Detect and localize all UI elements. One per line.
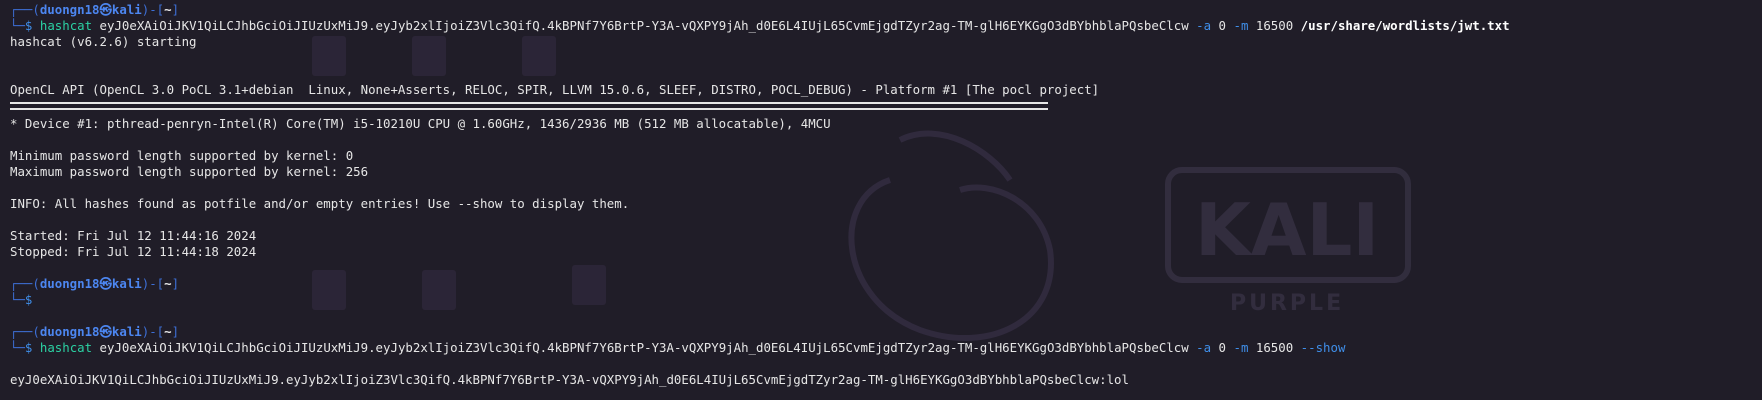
prompt-header: ┌──(duongn18㉿kali)-[~] [10,324,180,339]
output-line: OpenCL API (OpenCL 3.0 PoCL 3.1+debian L… [10,82,1100,97]
terminal-window[interactable]: ┌──(duongn18㉿kali)-[~] └─$ hashcat eyJ0e… [10,2,1762,388]
output-line: Started: Fri Jul 12 11:44:16 2024 [10,228,257,243]
output-line: Maximum password length supported by ker… [10,164,369,179]
output-line: Stopped: Fri Jul 12 11:44:18 2024 [10,244,257,259]
command-line[interactable]: └─$ hashcat eyJ0eXAiOiJKV1QiLCJhbGciOiJI… [10,18,1762,34]
command-line[interactable]: └─$ hashcat eyJ0eXAiOiJKV1QiLCJhbGciOiJI… [10,340,1762,356]
output-line: * Device #1: pthread-penryn-Intel(R) Cor… [10,116,831,131]
output-line: hashcat (v6.2.6) starting [10,34,197,49]
command-line[interactable]: └─$ [10,292,1762,308]
separator [10,102,1048,110]
output-line: INFO: All hashes found as potfile and/or… [10,196,630,211]
prompt-header: ┌──(duongn18㉿kali)-[~] [10,276,180,291]
output-line: Minimum password length supported by ker… [10,148,354,163]
prompt-header: ┌──(duongn18㉿kali)-[~] [10,2,180,17]
cracked-result-line: eyJ0eXAiOiJKV1QiLCJhbGciOiJIUzUxMiJ9.eyJ… [10,372,1129,387]
